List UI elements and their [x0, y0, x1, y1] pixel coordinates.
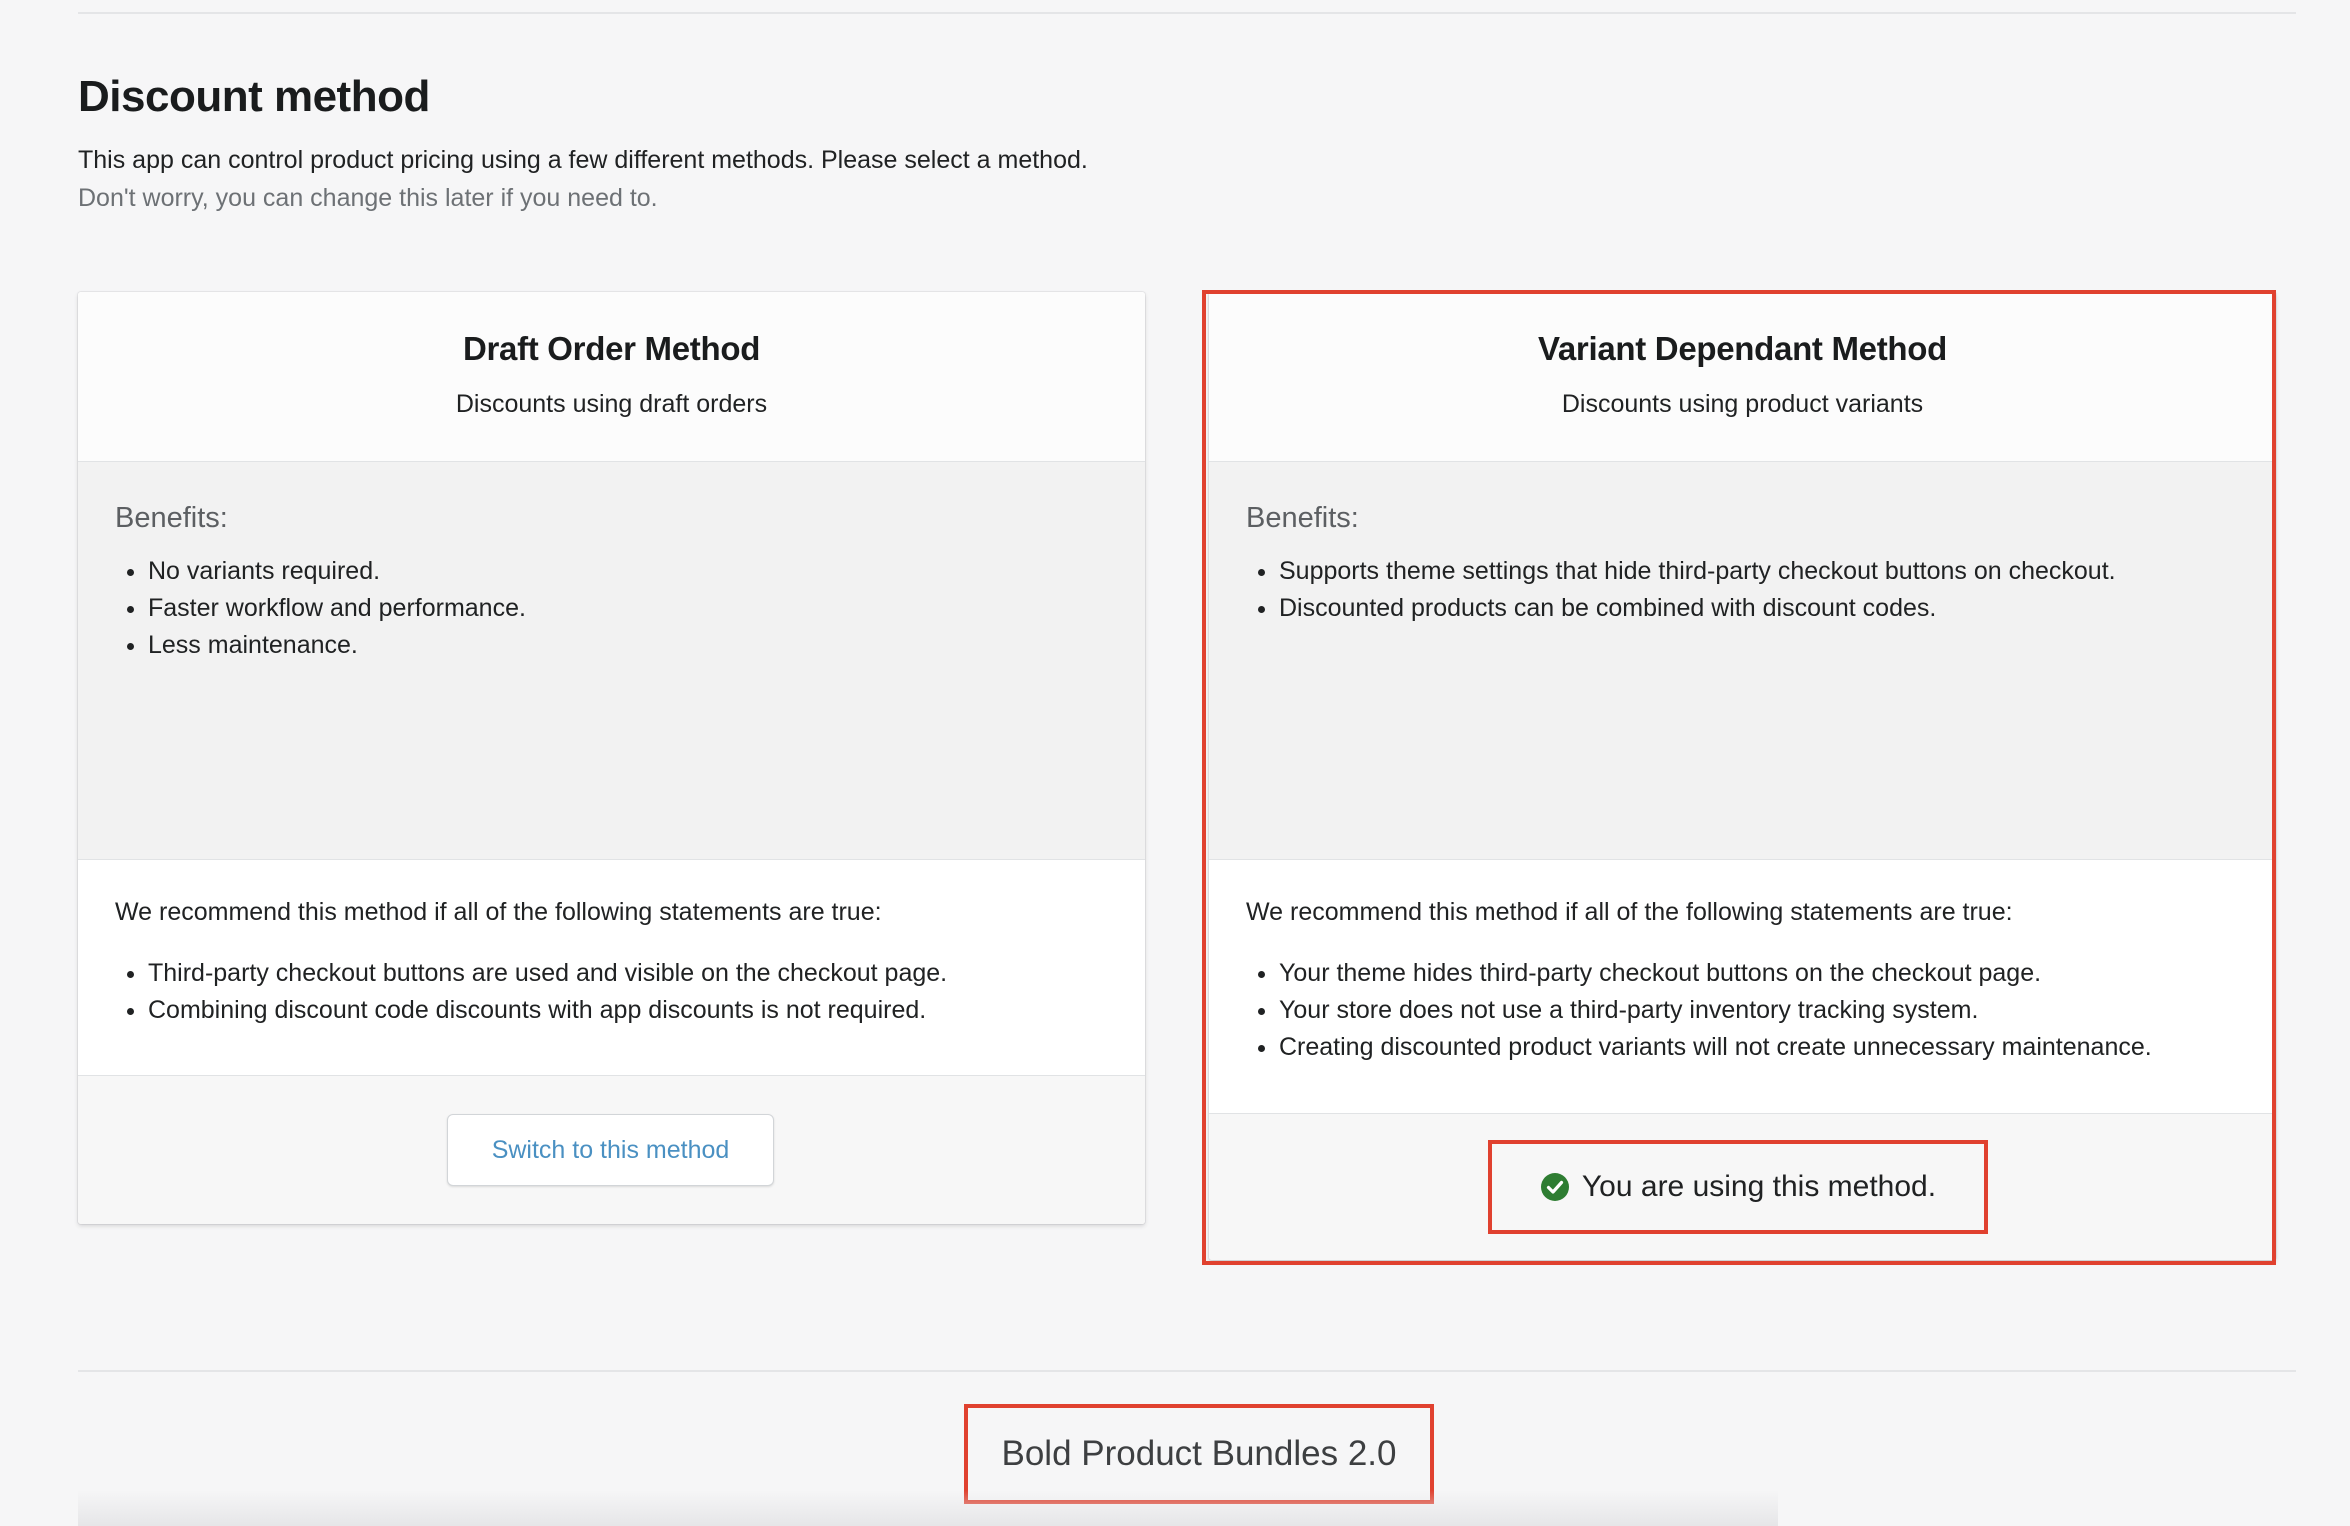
list-item: Less maintenance. — [148, 627, 1108, 664]
app-name: Bold Product Bundles 2.0 — [1001, 1434, 1397, 1473]
bottom-divider — [78, 1370, 2296, 1372]
recommend-title: We recommend this method if all of the f… — [1246, 898, 2013, 926]
app-name-footer: Bold Product Bundles 2.0 — [964, 1404, 1434, 1504]
check-circle-icon — [1540, 1172, 1570, 1202]
benefits-title: Benefits: — [1246, 502, 1359, 534]
benefits-section: Benefits: No variants required. Faster w… — [78, 462, 1145, 860]
benefits-list: No variants required. Faster workflow an… — [115, 553, 1108, 664]
card-header: Draft Order Method Discounts using draft… — [78, 292, 1145, 462]
section-note: Don't worry, you can change this later i… — [78, 184, 658, 212]
card-footer: Switch to this method — [78, 1076, 1145, 1224]
recommend-list: Your theme hides third-party checkout bu… — [1246, 955, 2239, 1066]
card-subtitle: Discounts using product variants — [1561, 390, 1924, 418]
variant-dependant-method-card: Variant Dependant Method Discounts using… — [1209, 292, 2276, 1260]
section-title: Discount method — [78, 72, 430, 121]
recommend-list: Third-party checkout buttons are used an… — [115, 955, 1108, 1029]
list-item: No variants required. — [148, 553, 1108, 590]
list-item: Faster workflow and performance. — [148, 590, 1108, 627]
section-description: This app can control product pricing usi… — [78, 146, 1088, 174]
list-item: Creating discounted product variants wil… — [1279, 1029, 2239, 1066]
card-header: Variant Dependant Method Discounts using… — [1209, 292, 2276, 462]
draft-order-method-card: Draft Order Method Discounts using draft… — [78, 292, 1145, 1224]
recommend-title: We recommend this method if all of the f… — [115, 898, 882, 926]
status-text: You are using this method. — [1581, 1170, 1937, 1203]
current-method-status: You are using this method. — [1488, 1140, 1988, 1234]
list-item: Supports theme settings that hide third-… — [1279, 553, 2239, 590]
list-item: Your store does not use a third-party in… — [1279, 992, 2239, 1029]
bottom-fade — [78, 1490, 1778, 1526]
card-title: Draft Order Method — [462, 330, 761, 367]
top-divider — [78, 12, 2296, 14]
list-item: Discounted products can be combined with… — [1279, 590, 2239, 627]
benefits-title: Benefits: — [115, 502, 228, 534]
card-subtitle: Discounts using draft orders — [455, 390, 768, 418]
list-item: Third-party checkout buttons are used an… — [148, 955, 1108, 992]
switch-to-this-method-button[interactable]: Switch to this method — [447, 1114, 774, 1186]
benefits-list: Supports theme settings that hide third-… — [1246, 553, 2239, 627]
card-title: Variant Dependant Method — [1537, 330, 1947, 367]
list-item: Your theme hides third-party checkout bu… — [1279, 955, 2239, 992]
recommend-section: We recommend this method if all of the f… — [1209, 860, 2276, 1114]
recommend-section: We recommend this method if all of the f… — [78, 860, 1145, 1076]
list-item: Combining discount code discounts with a… — [148, 992, 1108, 1029]
discount-method-page: Discount method This app can control pro… — [0, 0, 2350, 1526]
benefits-section: Benefits: Supports theme settings that h… — [1209, 462, 2276, 860]
